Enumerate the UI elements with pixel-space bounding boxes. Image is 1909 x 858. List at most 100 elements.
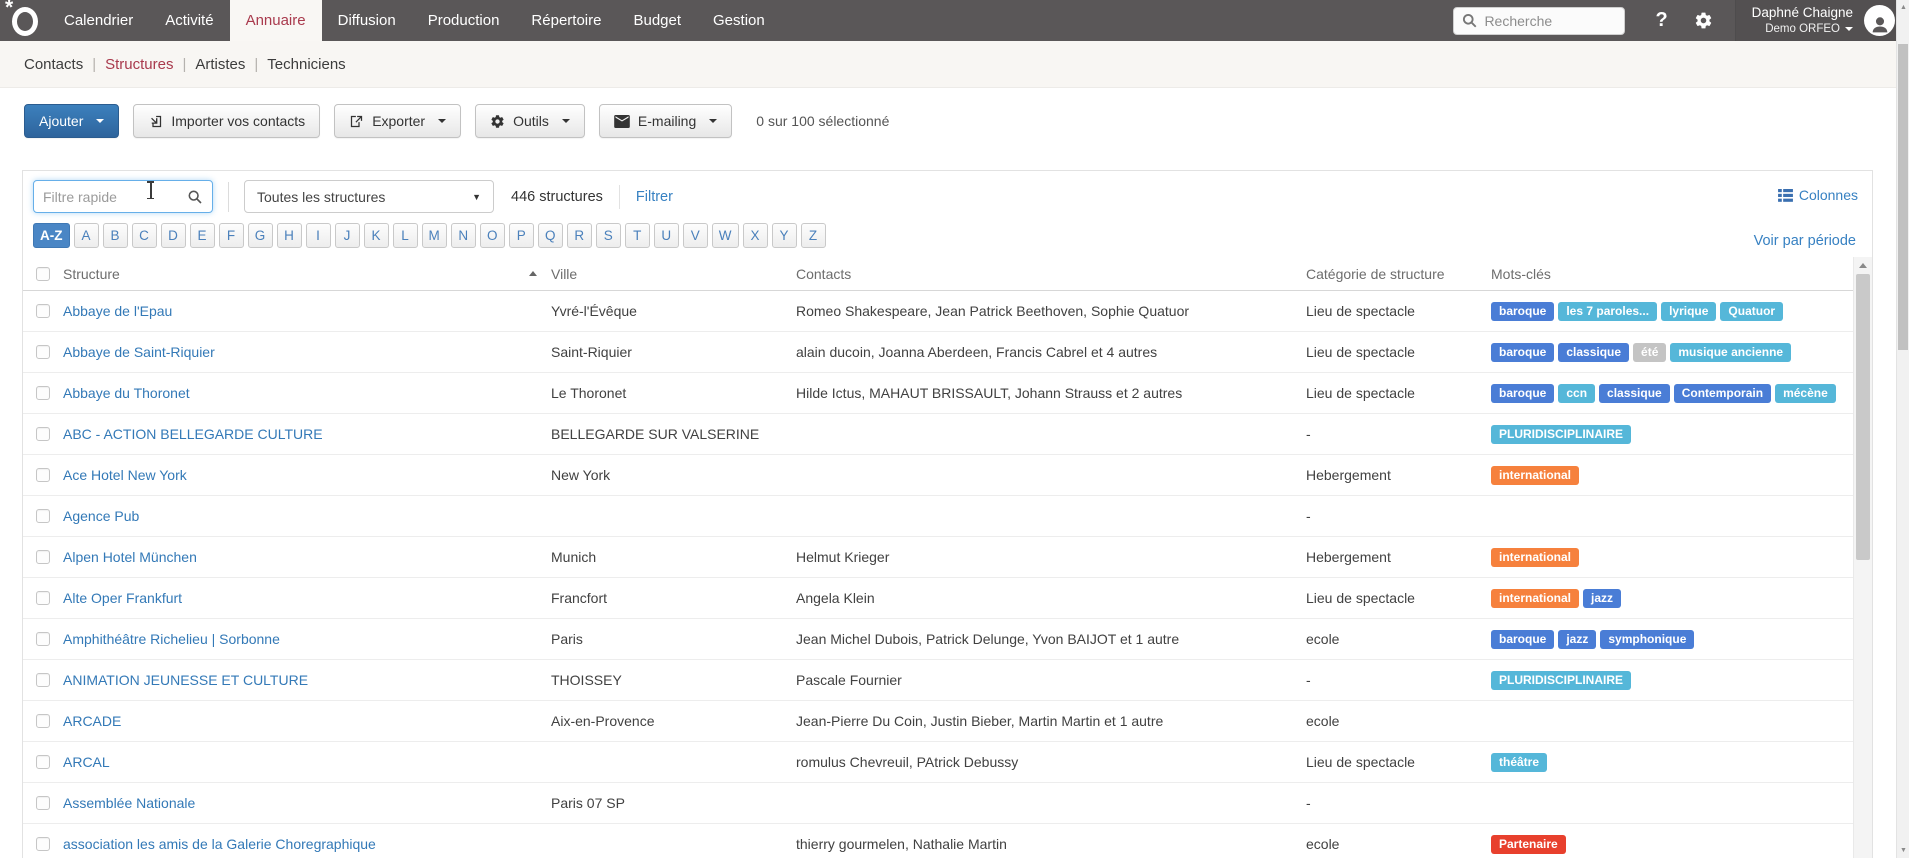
tag-baroque[interactable]: baroque: [1491, 302, 1554, 321]
header-mots-cles[interactable]: Mots-clés: [1491, 266, 1853, 282]
row-checkbox[interactable]: [36, 345, 50, 359]
nav-item-gestion[interactable]: Gestion: [697, 0, 781, 41]
alpha-filter-x[interactable]: X: [743, 223, 768, 248]
emailing-button[interactable]: E-mailing: [599, 104, 732, 138]
header-structure[interactable]: Structure: [63, 266, 551, 282]
alpha-filter-l[interactable]: L: [393, 223, 418, 248]
tag-pluridisciplinaire[interactable]: PLURIDISCIPLINAIRE: [1491, 425, 1631, 444]
nav-item-repertoire[interactable]: Répertoire: [515, 0, 617, 41]
tag-ccn[interactable]: ccn: [1558, 384, 1595, 403]
scroll-down-icon[interactable]: ▼: [1900, 847, 1907, 854]
row-checkbox[interactable]: [36, 714, 50, 728]
global-search-input[interactable]: [1484, 13, 1614, 29]
alpha-filter-s[interactable]: S: [596, 223, 621, 248]
header-ville[interactable]: Ville: [551, 266, 796, 282]
tag-classique[interactable]: classique: [1599, 384, 1670, 403]
row-checkbox[interactable]: [36, 550, 50, 564]
alpha-filter-w[interactable]: W: [712, 223, 739, 248]
structure-link[interactable]: Assemblée Nationale: [63, 795, 195, 811]
structure-link[interactable]: Abbaye du Thoronet: [63, 385, 190, 401]
subnav-item-techniciens[interactable]: Techniciens: [267, 56, 345, 73]
structure-link[interactable]: ABC - ACTION BELLEGARDE CULTURE: [63, 426, 323, 442]
row-checkbox[interactable]: [36, 837, 50, 851]
avatar[interactable]: [1864, 5, 1895, 36]
alpha-filter-o[interactable]: O: [480, 223, 505, 248]
nav-item-annuaire[interactable]: Annuaire: [230, 0, 322, 41]
alpha-filter-n[interactable]: N: [451, 223, 476, 248]
alpha-filter-h[interactable]: H: [277, 223, 302, 248]
alpha-filter-q[interactable]: Q: [538, 223, 563, 248]
row-checkbox[interactable]: [36, 304, 50, 318]
tag-classique[interactable]: classique: [1558, 343, 1629, 362]
subnav-item-contacts[interactable]: Contacts: [24, 56, 83, 73]
tag-symphonique[interactable]: symphonique: [1600, 630, 1694, 649]
alpha-filter-b[interactable]: B: [103, 223, 128, 248]
quick-filter[interactable]: [33, 180, 213, 213]
alpha-filter-j[interactable]: J: [335, 223, 360, 248]
tag-baroque[interactable]: baroque: [1491, 343, 1554, 362]
row-checkbox[interactable]: [36, 591, 50, 605]
alpha-filter-i[interactable]: I: [306, 223, 331, 248]
alpha-filter-p[interactable]: P: [509, 223, 534, 248]
nav-item-activite[interactable]: Activité: [149, 0, 229, 41]
row-checkbox[interactable]: [36, 632, 50, 646]
alpha-filter-f[interactable]: F: [219, 223, 244, 248]
nav-item-diffusion[interactable]: Diffusion: [322, 0, 412, 41]
structure-link[interactable]: Alte Oper Frankfurt: [63, 590, 182, 606]
filter-link[interactable]: Filtrer: [636, 189, 673, 205]
nav-item-budget[interactable]: Budget: [617, 0, 697, 41]
settings-gear-icon[interactable]: [1694, 11, 1713, 30]
export-button[interactable]: Exporter: [334, 104, 461, 138]
tag-contemporain[interactable]: Contemporain: [1674, 384, 1771, 403]
global-search[interactable]: [1453, 7, 1625, 35]
alpha-filter-a[interactable]: A: [74, 223, 99, 248]
columns-button[interactable]: Colonnes: [1778, 187, 1858, 203]
structure-link[interactable]: Amphithéâtre Richelieu | Sorbonne: [63, 631, 280, 647]
tools-button[interactable]: Outils: [475, 104, 585, 138]
alpha-filter-r[interactable]: R: [567, 223, 592, 248]
structure-link[interactable]: Abbaye de l'Epau: [63, 303, 172, 319]
structure-link[interactable]: Agence Pub: [63, 508, 139, 524]
alpha-filter-m[interactable]: M: [422, 223, 447, 248]
scrollbar-thumb[interactable]: [1856, 274, 1870, 560]
nav-item-production[interactable]: Production: [412, 0, 516, 41]
row-checkbox[interactable]: [36, 796, 50, 810]
alpha-filter-z[interactable]: Z: [801, 223, 826, 248]
alpha-filter-t[interactable]: T: [625, 223, 650, 248]
alpha-filter-k[interactable]: K: [364, 223, 389, 248]
row-checkbox[interactable]: [36, 386, 50, 400]
structure-link[interactable]: ARCAL: [63, 754, 110, 770]
help-button[interactable]: ?: [1655, 9, 1667, 32]
scroll-up-icon[interactable]: ▲: [1900, 4, 1907, 11]
scroll-up-icon[interactable]: [1854, 257, 1872, 273]
alpha-filter-c[interactable]: C: [132, 223, 157, 248]
tag-mecene[interactable]: mécène: [1775, 384, 1836, 403]
tag-quatuor[interactable]: Quatuor: [1720, 302, 1783, 321]
row-checkbox[interactable]: [36, 755, 50, 769]
tag-partenaire[interactable]: Partenaire: [1491, 835, 1566, 854]
row-checkbox[interactable]: [36, 468, 50, 482]
alpha-filter-u[interactable]: U: [654, 223, 679, 248]
subnav-item-structures[interactable]: Structures: [105, 56, 173, 73]
row-checkbox[interactable]: [36, 673, 50, 687]
alpha-filter-a-z[interactable]: A-Z: [33, 223, 70, 248]
tag-theatre[interactable]: théâtre: [1491, 753, 1547, 772]
tag-jazz[interactable]: jazz: [1583, 589, 1621, 608]
tag-baroque[interactable]: baroque: [1491, 630, 1554, 649]
structure-link[interactable]: Abbaye de Saint-Riquier: [63, 344, 215, 360]
tag-les-7-paroles[interactable]: les 7 paroles...: [1558, 302, 1657, 321]
tag-international[interactable]: international: [1491, 589, 1579, 608]
tag-pluridisciplinaire[interactable]: PLURIDISCIPLINAIRE: [1491, 671, 1631, 690]
structure-link[interactable]: Alpen Hotel München: [63, 549, 197, 565]
subnav-item-artistes[interactable]: Artistes: [195, 56, 245, 73]
structure-type-select[interactable]: Toutes les structures ▼: [244, 180, 494, 213]
tag-international[interactable]: international: [1491, 466, 1579, 485]
alpha-filter-y[interactable]: Y: [772, 223, 797, 248]
tag-international[interactable]: international: [1491, 548, 1579, 567]
search-icon[interactable]: [187, 189, 203, 205]
structure-link[interactable]: ARCADE: [63, 713, 121, 729]
import-contacts-button[interactable]: Importer vos contacts: [133, 104, 320, 138]
orfeo-logo[interactable]: *: [0, 0, 48, 41]
page-scrollbar[interactable]: ▲ ▼: [1896, 0, 1909, 858]
alpha-filter-g[interactable]: G: [248, 223, 273, 248]
